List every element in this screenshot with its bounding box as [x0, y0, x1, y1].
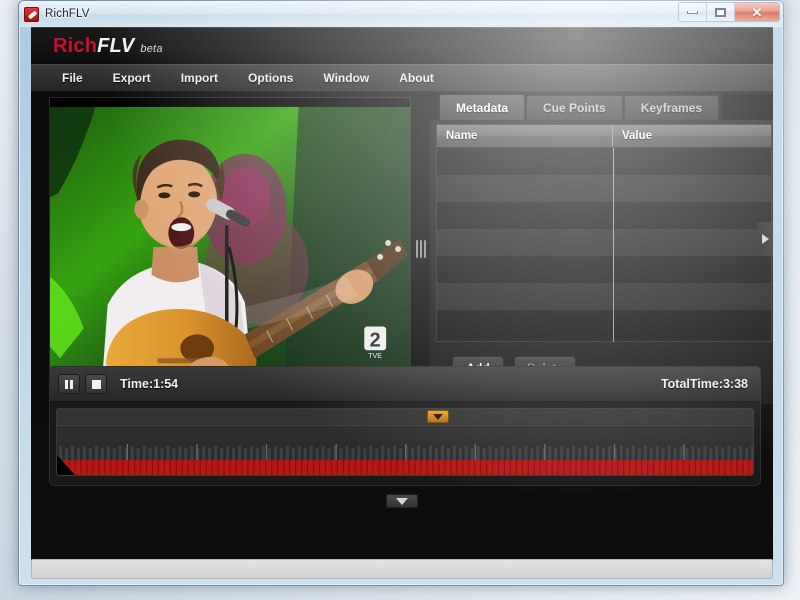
column-header-value[interactable]: Value — [613, 125, 771, 147]
logo-beta: beta — [140, 42, 163, 55]
panel-tab-bar: Metadata Cue Points Keyframes — [430, 92, 773, 120]
splitter-grip-bar — [420, 240, 422, 258]
cell-name — [437, 175, 613, 202]
app-icon — [24, 6, 39, 22]
app-logo: RichFLV beta — [53, 35, 163, 58]
cell-name — [437, 229, 613, 256]
chevron-down-icon — [433, 413, 443, 420]
current-time-label: Time:1:54 — [120, 377, 179, 391]
pause-button[interactable] — [58, 374, 80, 394]
window-controls: ✕ — [678, 2, 780, 22]
cell-value — [613, 175, 771, 202]
player-panel: Time:1:54 TotalTime:3:38 — [49, 366, 761, 486]
stop-button[interactable] — [85, 374, 107, 394]
menu-bar: File Export Import Options Window About — [31, 64, 773, 92]
chevron-right-icon — [761, 234, 769, 244]
table-row[interactable] — [437, 310, 771, 337]
cell-name — [437, 148, 613, 175]
cell-value — [613, 310, 771, 337]
table-row[interactable] — [437, 175, 771, 202]
menu-item-file[interactable]: File — [47, 67, 98, 89]
svg-text:TVE: TVE — [368, 353, 382, 360]
tab-bar-empty-area — [722, 94, 773, 120]
cell-name — [437, 283, 613, 310]
cell-name — [437, 310, 613, 337]
stop-icon — [91, 379, 101, 389]
column-resize-divider[interactable] — [613, 148, 614, 342]
window-title: RichFLV — [45, 8, 90, 20]
menu-item-export[interactable]: Export — [98, 67, 166, 89]
collapse-panel-button[interactable] — [386, 494, 418, 508]
video-preview[interactable]: 2 TVE — [49, 97, 411, 397]
table-header-row: Name Value — [437, 125, 771, 148]
video-frame-image: 2 TVE — [50, 98, 410, 396]
timeline-middle-lane[interactable] — [57, 427, 753, 442]
tab-metadata[interactable]: Metadata — [439, 94, 526, 120]
cell-value — [613, 283, 771, 310]
svg-text:2: 2 — [370, 329, 381, 351]
maximize-button[interactable] — [707, 3, 735, 21]
cell-value — [613, 256, 771, 283]
timeline-marker[interactable] — [427, 410, 449, 423]
brand-bar: RichFLV beta — [31, 28, 773, 64]
splitter-grip-bar — [424, 240, 426, 258]
panel-expand-button[interactable] — [757, 222, 773, 256]
status-bar — [31, 559, 773, 579]
cell-name — [437, 256, 613, 283]
timeline-track[interactable] — [56, 408, 754, 476]
splitter-grip-bar — [416, 240, 418, 258]
cell-value — [613, 148, 771, 175]
menu-item-import[interactable]: Import — [166, 67, 233, 89]
menu-item-window[interactable]: Window — [308, 67, 384, 89]
pause-icon — [65, 379, 73, 389]
logo-rich: Rich — [53, 34, 98, 57]
tab-cue-points[interactable]: Cue Points — [526, 95, 623, 120]
cell-name — [437, 202, 613, 229]
waveform-image — [57, 441, 753, 475]
transport-bar: Time:1:54 TotalTime:3:38 — [50, 367, 760, 402]
cell-value — [613, 202, 771, 229]
chevron-down-icon — [396, 497, 408, 505]
menu-item-about[interactable]: About — [384, 67, 449, 89]
application-body: RichFLV beta File Export Import Options W… — [31, 27, 773, 562]
richflv-window: RichFLV ✕ RichFLV beta File Export Impor… — [18, 0, 784, 586]
table-row[interactable] — [437, 283, 771, 310]
table-row[interactable] — [437, 256, 771, 283]
metadata-table: Name Value — [436, 124, 772, 342]
table-row[interactable] — [437, 148, 771, 175]
window-titlebar[interactable]: RichFLV ✕ — [19, 1, 783, 27]
metadata-panel: Metadata Cue Points Keyframes Name Value — [430, 92, 773, 404]
tab-keyframes[interactable]: Keyframes — [623, 95, 720, 120]
logo-flv: FLV — [97, 34, 135, 57]
desktop-background: RichFLV ✕ RichFLV beta File Export Impor… — [0, 0, 800, 600]
table-body — [437, 148, 771, 337]
close-icon: ✕ — [751, 4, 763, 20]
cell-value — [613, 229, 771, 256]
table-row[interactable] — [437, 202, 771, 229]
column-header-name[interactable]: Name — [437, 125, 613, 147]
timeline-upper-lane[interactable] — [57, 409, 753, 426]
minimize-icon — [687, 10, 698, 14]
table-row[interactable] — [437, 229, 771, 256]
menu-item-options[interactable]: Options — [233, 67, 308, 89]
total-time-label: TotalTime:3:38 — [660, 377, 748, 391]
waveform-strip[interactable] — [57, 441, 753, 475]
close-button[interactable]: ✕ — [735, 3, 779, 21]
minimize-button[interactable] — [679, 3, 707, 21]
maximize-icon — [715, 7, 726, 17]
panel-splitter-handle[interactable] — [415, 237, 427, 261]
